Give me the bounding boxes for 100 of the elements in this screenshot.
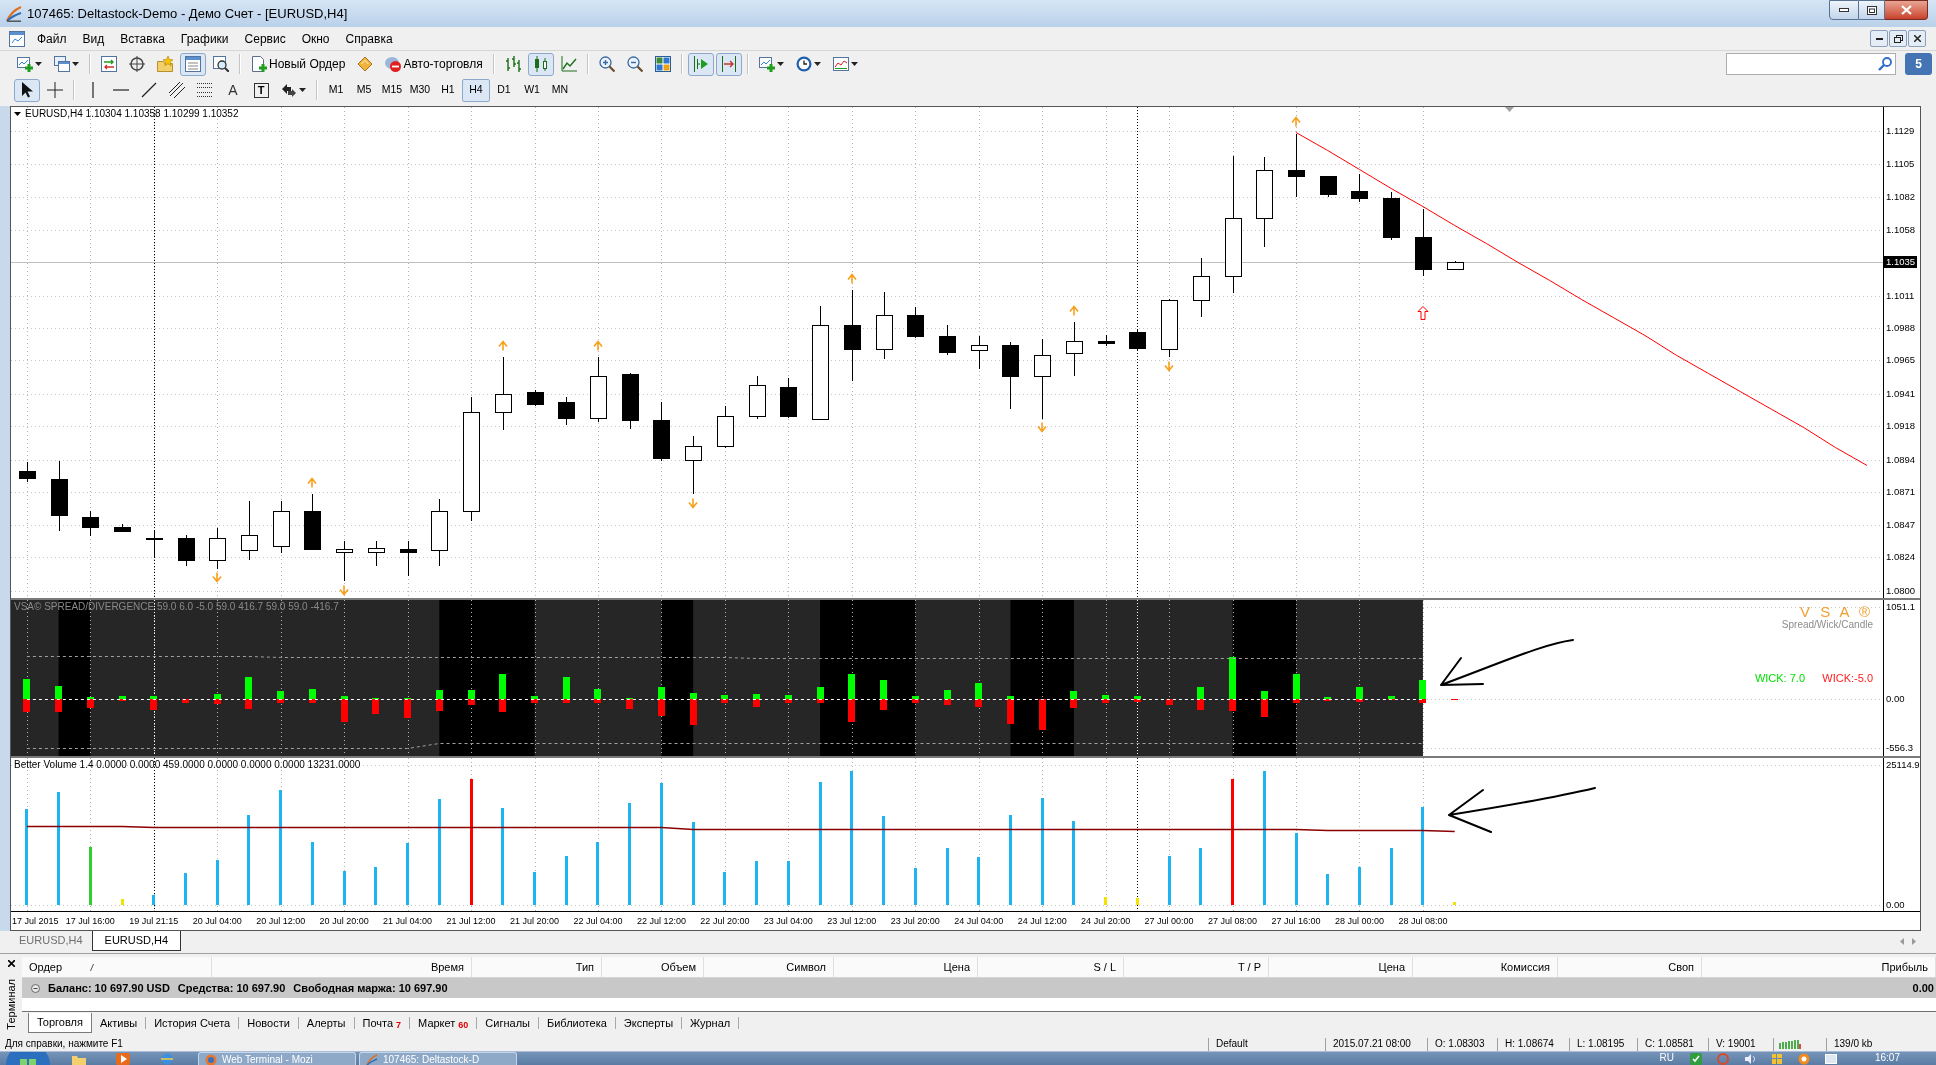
menu-item[interactable]: Графики bbox=[172, 28, 237, 49]
terminal-tab[interactable]: История Счета bbox=[146, 1013, 239, 1033]
play-icon[interactable] bbox=[116, 1053, 130, 1065]
column-header[interactable]: Прибыль bbox=[1702, 957, 1936, 977]
axis-label: 1.0894 bbox=[1886, 453, 1916, 466]
axis-label: 1.0988 bbox=[1886, 322, 1916, 334]
column-header[interactable]: Своп bbox=[1558, 957, 1702, 977]
timeframe-button[interactable]: M1 bbox=[322, 78, 350, 102]
toolbar-button[interactable]: Авто-торговля bbox=[380, 52, 488, 76]
unread-count: 7 bbox=[396, 1020, 402, 1030]
scroll-left-icon[interactable] bbox=[1900, 938, 1904, 945]
chart-tab[interactable]: EURUSD,H4 bbox=[10, 931, 92, 950]
restore-button[interactable] bbox=[1889, 30, 1907, 47]
column-header[interactable]: S / L bbox=[978, 957, 1124, 977]
search-field[interactable] bbox=[1726, 53, 1896, 75]
circle-icon[interactable] bbox=[1797, 1053, 1810, 1065]
axis-label: 25114.9 bbox=[1886, 758, 1920, 771]
candle bbox=[1320, 175, 1337, 198]
maximize-button[interactable] bbox=[1859, 0, 1885, 20]
time-axis-label: 17 Jul 16:00 bbox=[65, 915, 115, 927]
window-title: 107465: Deltastock-Demo - Демо Счет - [EURUSD,H4] bbox=[27, 4, 348, 23]
candle bbox=[653, 401, 670, 462]
close-icon bbox=[1913, 35, 1921, 42]
current-price-label: 1.1035 bbox=[1884, 256, 1918, 268]
column-header[interactable]: Тип bbox=[472, 957, 602, 977]
column-header[interactable]: Цена bbox=[834, 957, 978, 977]
terminal-tab[interactable]: Почта 7 bbox=[354, 1013, 410, 1033]
terminal-tab[interactable]: Журнал bbox=[682, 1013, 739, 1033]
clock: 16:07 bbox=[1874, 1052, 1900, 1064]
terminal-tab[interactable]: Активы bbox=[91, 1013, 146, 1033]
terminal-tab[interactable]: Алерты bbox=[298, 1013, 354, 1033]
time-axis-label: 20 Jul 12:00 bbox=[256, 915, 306, 927]
column-header[interactable]: Объем bbox=[602, 957, 704, 977]
close-icon[interactable] bbox=[7, 960, 15, 967]
candle bbox=[209, 527, 226, 570]
start-orb-icon[interactable] bbox=[6, 1052, 50, 1065]
notifications-button[interactable]: 5 bbox=[1905, 53, 1932, 75]
time-axis-label: 28 Jul 08:00 bbox=[1398, 915, 1448, 927]
terminal-tab[interactable]: Эксперты bbox=[615, 1013, 682, 1033]
check-icon[interactable] bbox=[1689, 1053, 1702, 1065]
menu-item[interactable]: Вставка bbox=[112, 28, 173, 49]
flag-icon[interactable] bbox=[1770, 1053, 1783, 1065]
menu-item[interactable]: Файл bbox=[29, 28, 75, 49]
column-header[interactable]: Символ bbox=[704, 957, 834, 977]
sort-icon bbox=[90, 963, 95, 971]
candle bbox=[1129, 328, 1146, 351]
close-button[interactable] bbox=[1885, 0, 1928, 20]
signal-bars-icon bbox=[1779, 1040, 1801, 1049]
minimize-icon bbox=[1839, 8, 1849, 12]
menu-item[interactable]: Сервис bbox=[236, 28, 294, 49]
column-header[interactable]: Ордер bbox=[22, 957, 212, 977]
ring-icon bbox=[205, 1054, 217, 1065]
terminal-tab[interactable]: Сигналы bbox=[477, 1013, 538, 1033]
language-indicator[interactable]: RU bbox=[1659, 1052, 1674, 1064]
window-icon[interactable] bbox=[1824, 1053, 1837, 1065]
toolbar-button[interactable] bbox=[14, 78, 40, 102]
time-axis-label: 24 Jul 04:00 bbox=[954, 915, 1004, 927]
column-header[interactable]: Цена bbox=[1269, 957, 1413, 977]
panel-title: Терминал bbox=[4, 979, 18, 1030]
time-axis-label: 23 Jul 20:00 bbox=[890, 915, 940, 927]
terminal-tab[interactable]: Торговля bbox=[28, 1013, 92, 1033]
timeframe-button[interactable]: D1 bbox=[490, 78, 518, 102]
search-icon bbox=[1878, 57, 1892, 71]
column-header[interactable]: T / P bbox=[1124, 957, 1269, 977]
candle bbox=[749, 375, 766, 420]
column-header[interactable]: Комиссия bbox=[1413, 957, 1558, 977]
menu-item[interactable]: Окно bbox=[293, 28, 338, 49]
axis-label: 0.00 bbox=[1886, 898, 1905, 911]
shift-marker-icon[interactable] bbox=[1505, 107, 1514, 112]
column-header[interactable]: Время bbox=[212, 957, 472, 977]
toolbar-button[interactable]: T bbox=[248, 78, 274, 102]
menu-item[interactable]: Вид bbox=[74, 28, 113, 49]
chart-tab[interactable]: EURUSD,H4 bbox=[91, 931, 182, 951]
timeframe-button[interactable]: M30 bbox=[406, 78, 434, 102]
terminal-tab[interactable]: Новости bbox=[239, 1013, 298, 1033]
time-axis-label: 23 Jul 04:00 bbox=[763, 915, 813, 927]
timeframe-button[interactable]: W1 bbox=[518, 78, 546, 102]
terminal-tab[interactable]: Маркет 60 bbox=[410, 1013, 477, 1033]
caret-icon bbox=[72, 62, 79, 66]
restore-icon bbox=[1866, 5, 1877, 15]
timeframe-button[interactable]: H4 bbox=[462, 78, 490, 102]
timeframe-button[interactable]: H1 bbox=[434, 78, 462, 102]
menu-item[interactable]: Справка bbox=[337, 28, 401, 49]
timeframe-button[interactable]: M15 bbox=[378, 78, 406, 102]
axis-label: 1.0847 bbox=[1886, 519, 1916, 532]
toolbar-button[interactable]: A bbox=[220, 78, 246, 102]
time-axis-label: 23 Jul 12:00 bbox=[827, 915, 877, 927]
timeframe-button[interactable]: M5 bbox=[350, 78, 378, 102]
trend-line-icon bbox=[141, 82, 157, 98]
toolbar-button[interactable]: Новый Ордер bbox=[246, 52, 351, 76]
terminal-tab[interactable]: Библиотека bbox=[539, 1013, 615, 1033]
scroll-right-icon[interactable] bbox=[1912, 938, 1916, 945]
folder-icon[interactable] bbox=[72, 1053, 86, 1065]
minimize-button[interactable] bbox=[1829, 0, 1859, 20]
candlestick-icon bbox=[532, 56, 549, 72]
minimize-button[interactable] bbox=[1870, 30, 1888, 47]
close-button[interactable] bbox=[1908, 30, 1926, 47]
candle bbox=[1351, 173, 1368, 203]
speaker-icon[interactable] bbox=[1743, 1053, 1756, 1065]
timeframe-button[interactable]: MN bbox=[546, 78, 574, 102]
